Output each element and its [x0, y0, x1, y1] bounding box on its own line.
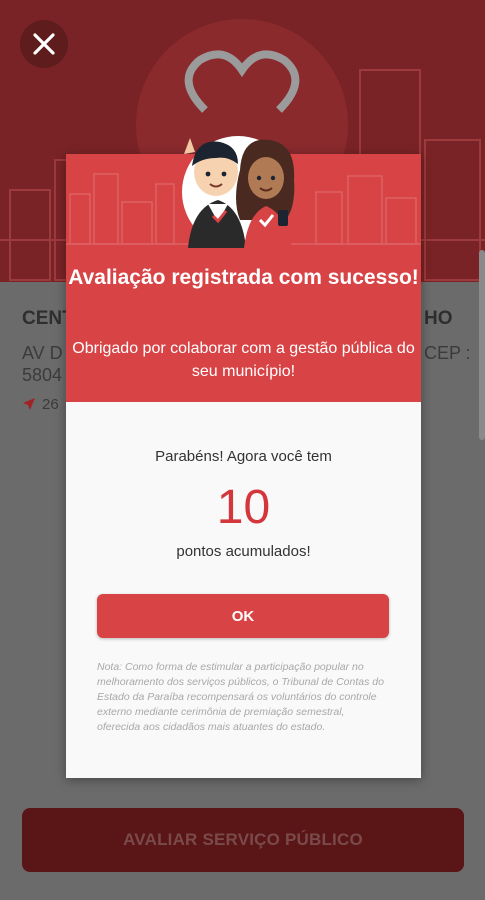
- address-line-1-end: CEP :: [424, 343, 471, 363]
- address-line-1: AV D: [22, 343, 63, 363]
- rate-public-service-button[interactable]: AVALIAR SERVIÇO PÚBLICO: [22, 808, 464, 872]
- scrollbar[interactable]: [479, 250, 485, 440]
- address-line-2: 5804: [22, 365, 63, 385]
- points-label: pontos acumulados!: [176, 543, 311, 560]
- note-text: Nota: Como forma de estimular a particip…: [97, 661, 384, 733]
- mascots-illustration: [182, 136, 295, 248]
- ok-button-label: OK: [231, 607, 255, 625]
- close-icon: [33, 33, 55, 55]
- congrats-text: Parabéns! Agora você tem: [155, 448, 332, 465]
- ok-button[interactable]: OK: [97, 594, 389, 638]
- close-button[interactable]: [20, 20, 68, 68]
- distance-text: 26: [42, 396, 59, 413]
- dialog-title: Avaliação registrada com sucesso!: [68, 266, 419, 289]
- points-value: 10: [216, 481, 271, 534]
- navigation-arrow-icon: [23, 398, 35, 410]
- dialog-subtitle: Obrigado por colaborar com a gestão públ…: [72, 340, 415, 380]
- rate-public-service-label: AVALIAR SERVIÇO PÚBLICO: [123, 830, 363, 849]
- place-title-end: HO: [424, 308, 453, 329]
